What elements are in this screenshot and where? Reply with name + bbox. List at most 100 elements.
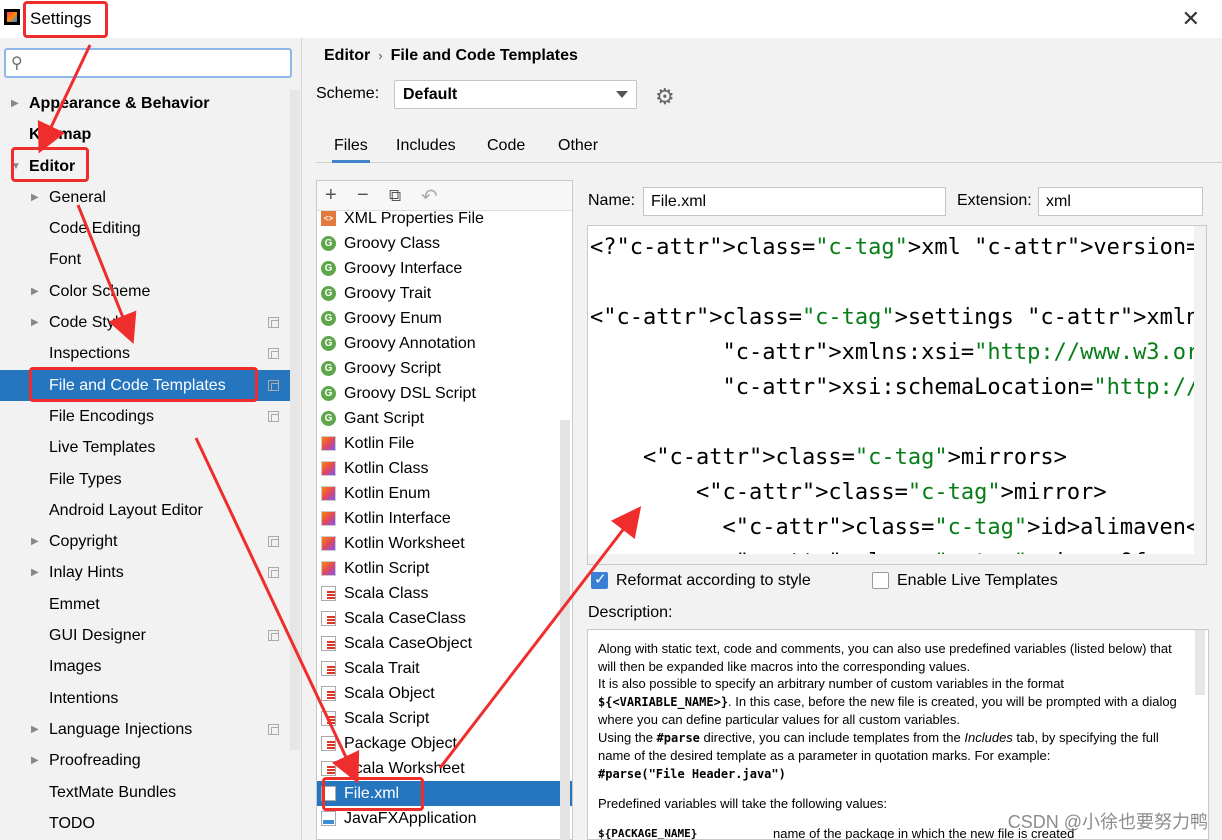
code-line[interactable]: <?"c-attr">class="c-tag">xml "c-attr">ve… bbox=[590, 230, 1206, 265]
sidebar-item-color-scheme[interactable]: ▶ Color Scheme bbox=[0, 276, 290, 307]
tab-files[interactable]: Files bbox=[332, 137, 370, 163]
template-code-editor[interactable]: <?"c-attr">class="c-tag">xml "c-attr">ve… bbox=[587, 225, 1207, 565]
template-list-panel: + − ⧉ ↶ <> XML Properties File G Groovy Cla… bbox=[316, 180, 573, 840]
template-item-kotlin-class[interactable]: Kotlin Class bbox=[317, 456, 572, 481]
chevron-right-icon[interactable]: ▶ bbox=[31, 307, 39, 338]
search-input[interactable] bbox=[34, 52, 284, 74]
sidebar-item-live-templates[interactable]: Live Templates bbox=[0, 432, 290, 463]
live-templates-checkbox[interactable] bbox=[872, 572, 889, 589]
template-item-kotlin-interface[interactable]: Kotlin Interface bbox=[317, 506, 572, 531]
sidebar-item-inspections[interactable]: Inspections bbox=[0, 338, 290, 369]
breadcrumb-editor[interactable]: Editor bbox=[324, 47, 370, 64]
template-item-javafxapplication[interactable]: JavaFXApplication bbox=[317, 806, 572, 831]
breadcrumb: Editor › File and Code Templates bbox=[324, 47, 578, 65]
editor-vertical-scrollbar[interactable] bbox=[1194, 226, 1206, 564]
code-line[interactable] bbox=[590, 405, 1206, 440]
sidebar-item-code-editing[interactable]: Code Editing bbox=[0, 213, 290, 244]
template-item-groovy-class[interactable]: G Groovy Class bbox=[317, 231, 572, 256]
template-item-label: Kotlin Class bbox=[344, 460, 429, 477]
chevron-right-icon[interactable]: ▶ bbox=[31, 557, 39, 588]
code-line[interactable]: <"c-attr">class="c-tag">mirror> bbox=[590, 475, 1206, 510]
code-line[interactable] bbox=[590, 265, 1206, 300]
template-item-groovy-interface[interactable]: G Groovy Interface bbox=[317, 256, 572, 281]
sidebar-item-file-and-code-templates[interactable]: File and Code Templates bbox=[0, 369, 290, 401]
reformat-checkbox[interactable] bbox=[591, 570, 608, 589]
chevron-down-icon[interactable]: ▼ bbox=[11, 151, 21, 182]
template-item-groovy-annotation[interactable]: G Groovy Annotation bbox=[317, 331, 572, 356]
template-item-scala-script[interactable]: Scala Script bbox=[317, 706, 572, 731]
kotlin-file-icon bbox=[321, 436, 336, 451]
template-item-xml-properties-file[interactable]: <> XML Properties File bbox=[317, 206, 572, 231]
template-item-gant-script[interactable]: G Gant Script bbox=[317, 406, 572, 431]
chevron-right-icon[interactable]: ▶ bbox=[31, 714, 39, 745]
code-line[interactable]: <"c-attr">class="c-tag">settings "c-attr… bbox=[590, 300, 1206, 335]
template-item-scala-caseobject[interactable]: Scala CaseObject bbox=[317, 631, 572, 656]
add-template-button[interactable]: + bbox=[325, 184, 337, 207]
chevron-right-icon[interactable]: ▶ bbox=[31, 276, 39, 307]
sidebar-item-file-encodings[interactable]: File Encodings bbox=[0, 401, 290, 432]
template-item-scala-object[interactable]: Scala Object bbox=[317, 681, 572, 706]
scala-file-icon bbox=[321, 636, 336, 651]
code-line[interactable]: <"c-attr">class="c-tag">mirrors> bbox=[590, 440, 1206, 475]
scheme-dropdown[interactable]: Default bbox=[394, 80, 637, 109]
chevron-right-icon[interactable]: ▶ bbox=[11, 88, 19, 119]
code-line[interactable]: "c-attr">xmlns:xsi="http://www.w3.org/20… bbox=[590, 335, 1206, 370]
sidebar-item-inlay-hints[interactable]: ▶ Inlay Hints bbox=[0, 557, 290, 588]
template-item-package-object[interactable]: Package Object bbox=[317, 731, 572, 756]
remove-template-button[interactable]: − bbox=[357, 184, 369, 207]
template-item-groovy-trait[interactable]: G Groovy Trait bbox=[317, 281, 572, 306]
chevron-right-icon[interactable]: ▶ bbox=[31, 182, 39, 213]
sidebar-item-android-layout-editor[interactable]: Android Layout Editor bbox=[0, 495, 290, 526]
template-item-kotlin-script[interactable]: Kotlin Script bbox=[317, 556, 572, 581]
sidebar-item-textmate-bundles[interactable]: TextMate Bundles bbox=[0, 777, 290, 808]
template-name-input[interactable] bbox=[643, 187, 946, 216]
settings-search-box[interactable]: ⚲ bbox=[4, 48, 292, 78]
template-extension-input[interactable] bbox=[1038, 187, 1203, 216]
template-item-file-xml[interactable]: File.xml bbox=[317, 781, 572, 806]
chevron-right-icon[interactable]: ▶ bbox=[31, 745, 39, 776]
sidebar-item-gui-designer[interactable]: GUI Designer bbox=[0, 620, 290, 651]
template-list-scrollbar[interactable] bbox=[560, 420, 570, 840]
template-item-groovy-dsl-script[interactable]: G Groovy DSL Script bbox=[317, 381, 572, 406]
live-templates-label[interactable]: Enable Live Templates bbox=[897, 572, 1058, 590]
sidebar-item-general[interactable]: ▶ General bbox=[0, 182, 290, 213]
gear-icon[interactable]: ⚙ bbox=[655, 84, 675, 110]
code-content[interactable]: <?"c-attr">class="c-tag">xml "c-attr">ve… bbox=[590, 230, 1206, 564]
sidebar-item-editor[interactable]: ▼ Editor bbox=[0, 151, 290, 182]
sidebar-item-appearance-behavior[interactable]: ▶ Appearance & Behavior bbox=[0, 88, 290, 119]
description-scrollbar[interactable] bbox=[1195, 630, 1205, 695]
code-line[interactable]: <"c-attr">class="c-tag">id>alimaven</"c-… bbox=[590, 510, 1206, 545]
sidebar-scrollbar[interactable] bbox=[290, 90, 300, 750]
tab-includes[interactable]: Includes bbox=[394, 137, 458, 163]
template-item-groovy-script[interactable]: G Groovy Script bbox=[317, 356, 572, 381]
sidebar-item-keymap[interactable]: Keymap bbox=[0, 119, 290, 150]
editor-horizontal-scrollbar[interactable] bbox=[588, 554, 1196, 564]
sidebar-item-font[interactable]: Font bbox=[0, 244, 290, 275]
sidebar-item-images[interactable]: Images bbox=[0, 651, 290, 682]
template-item-scala-class[interactable]: Scala Class bbox=[317, 581, 572, 606]
template-item-kotlin-enum[interactable]: Kotlin Enum bbox=[317, 481, 572, 506]
template-item-scala-worksheet[interactable]: Scala Worksheet bbox=[317, 756, 572, 781]
sidebar-item-proofreading[interactable]: ▶ Proofreading bbox=[0, 745, 290, 776]
chevron-right-icon[interactable]: ▶ bbox=[31, 526, 39, 557]
sidebar-item-label: Keymap bbox=[29, 126, 92, 144]
code-line[interactable]: "c-attr">xsi:schemaLocation="http://mave… bbox=[590, 370, 1206, 405]
sidebar-item-language-injections[interactable]: ▶ Language Injections bbox=[0, 714, 290, 745]
description-paragraph-3: Using the #parse directive, you can incl… bbox=[598, 729, 1159, 764]
sidebar-item-copyright[interactable]: ▶ Copyright bbox=[0, 526, 290, 557]
sidebar-item-emmet[interactable]: Emmet bbox=[0, 589, 290, 620]
close-button[interactable]: ✕ bbox=[1182, 6, 1200, 32]
tab-code[interactable]: Code bbox=[485, 137, 527, 163]
sidebar-item-todo[interactable]: TODO bbox=[0, 808, 290, 839]
tab-other[interactable]: Other bbox=[556, 137, 600, 163]
template-item-scala-caseclass[interactable]: Scala CaseClass bbox=[317, 606, 572, 631]
copy-template-button[interactable]: ⧉ bbox=[389, 186, 401, 206]
template-item-kotlin-worksheet[interactable]: Kotlin Worksheet bbox=[317, 531, 572, 556]
template-item-kotlin-file[interactable]: Kotlin File bbox=[317, 431, 572, 456]
sidebar-item-code-style[interactable]: ▶ Code Style bbox=[0, 307, 290, 338]
template-item-groovy-enum[interactable]: G Groovy Enum bbox=[317, 306, 572, 331]
sidebar-item-intentions[interactable]: Intentions bbox=[0, 683, 290, 714]
template-item-scala-trait[interactable]: Scala Trait bbox=[317, 656, 572, 681]
sidebar-item-file-types[interactable]: File Types bbox=[0, 464, 290, 495]
reformat-label[interactable]: Reformat according to style bbox=[616, 572, 811, 590]
